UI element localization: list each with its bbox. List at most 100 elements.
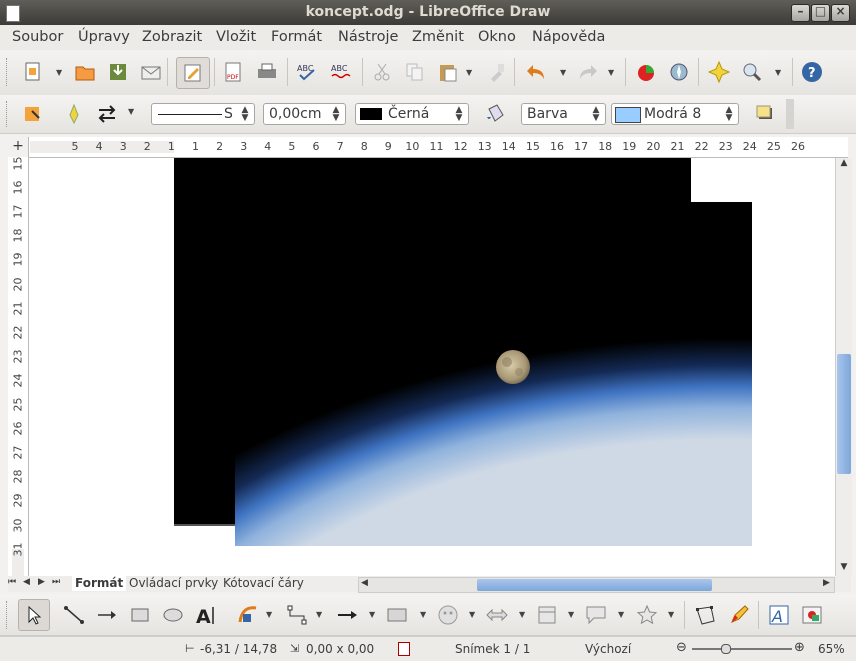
maximize-button[interactable]: □ (811, 4, 830, 22)
scroll-up-icon[interactable]: ▲ (837, 158, 851, 172)
autospell-icon[interactable]: ABC (330, 61, 352, 83)
cut-icon[interactable] (371, 61, 393, 83)
curve-tool-icon[interactable] (237, 604, 259, 626)
redo-icon[interactable] (578, 61, 600, 83)
edit-mode-toggle[interactable] (176, 57, 210, 89)
menu-format[interactable]: Formát (271, 29, 322, 45)
menu-zmenit[interactable]: Změnit (412, 29, 464, 45)
document-modified-icon[interactable] (398, 642, 410, 656)
help-icon[interactable]: ? (801, 61, 823, 83)
toolbar-grip[interactable] (6, 101, 10, 127)
chevron-down-icon[interactable]: ▼ (369, 610, 375, 619)
chevron-down-icon[interactable]: ▼ (316, 610, 322, 619)
scroll-right-icon[interactable]: ▶ (823, 578, 830, 588)
flowchart-icon[interactable] (536, 604, 558, 626)
chevron-down-icon[interactable]: ▼ (266, 610, 272, 619)
fontwork-pencil-icon[interactable] (728, 604, 750, 626)
menu-zobrazit[interactable]: Zobrazit (142, 29, 202, 45)
rectangle-tool-icon[interactable] (129, 604, 151, 626)
chevron-down-icon[interactable]: ▼ (519, 610, 525, 619)
close-button[interactable]: × (831, 4, 850, 22)
arrow-line-tool-icon[interactable] (96, 604, 118, 626)
chevron-down-icon[interactable]: ▼ (618, 610, 624, 619)
tab-format[interactable]: Formát (72, 576, 127, 591)
text-tool-icon[interactable]: A (195, 604, 217, 626)
chevron-down-icon[interactable]: ▼ (568, 610, 574, 619)
prev-tab-icon[interactable]: ◀ (23, 577, 30, 587)
first-tab-icon[interactable]: ⏮ (8, 577, 16, 587)
zoom-in-icon[interactable]: ⊕ (794, 640, 805, 655)
horizontal-scrollbar[interactable]: ◀ ▶ (358, 577, 835, 593)
arrow-style-icon[interactable] (96, 103, 118, 125)
print-icon[interactable] (256, 61, 278, 83)
chevron-down-icon[interactable]: ▼ (668, 610, 674, 619)
area-style-select[interactable]: Barva ▲ ▼ (521, 103, 606, 125)
area-color-select[interactable]: Modrá 8 ▲ ▼ (611, 103, 739, 125)
tab-kotovaci-cary[interactable]: Kótovací čáry (220, 576, 307, 591)
vertical-scrollbar[interactable]: ▲ ▼ (835, 158, 852, 576)
ellipse-tool-icon[interactable] (162, 604, 184, 626)
next-tab-icon[interactable]: ▶ (38, 577, 45, 587)
copy-icon[interactable] (404, 61, 426, 83)
fontwork-gallery-icon[interactable]: A (768, 604, 790, 626)
new-document-icon[interactable] (22, 61, 44, 83)
stars-icon[interactable] (636, 604, 658, 626)
zoom-icon[interactable] (741, 61, 763, 83)
scroll-down-icon[interactable]: ▼ (837, 562, 851, 576)
undo-icon[interactable] (524, 61, 546, 83)
points-icon[interactable] (694, 604, 716, 626)
area-fill-icon[interactable] (484, 103, 506, 125)
select-tool-button[interactable] (18, 599, 50, 631)
vertical-ruler[interactable]: 15 16 17 18 19 20 21 22 23 24 25 26 27 28 29 30 31 (8, 157, 29, 577)
menu-okno[interactable]: Okno (478, 29, 516, 45)
menu-vlozit[interactable]: Vložit (216, 29, 256, 45)
chevron-down-icon[interactable]: ▼ (420, 610, 426, 619)
line-style-select[interactable]: S ▲ ▼ (151, 103, 255, 125)
chevron-down-icon[interactable]: ▼ (560, 68, 566, 77)
menu-upravy[interactable]: Úpravy (78, 29, 130, 45)
line-width-field[interactable]: 0,00cm ▲ ▼ (263, 103, 346, 125)
menu-soubor[interactable]: Soubor (12, 29, 63, 45)
gluepoints-icon[interactable] (708, 61, 730, 83)
chart-icon[interactable] (635, 61, 657, 83)
chevron-down-icon[interactable]: ▼ (128, 107, 134, 116)
last-tab-icon[interactable]: ⏭ (52, 577, 60, 587)
zoom-slider-knob[interactable] (720, 644, 731, 654)
moon-earth-photo[interactable] (235, 202, 752, 546)
menu-napoveda[interactable]: Nápověda (532, 29, 605, 45)
save-icon[interactable] (107, 61, 129, 83)
zoom-slider[interactable] (692, 644, 792, 654)
connector-tool-icon[interactable] (286, 604, 308, 626)
line-color-select[interactable]: Černá ▲ ▼ (355, 103, 469, 125)
chevron-down-icon[interactable]: ▼ (466, 68, 472, 77)
open-folder-icon[interactable] (74, 61, 96, 83)
line-tool-icon[interactable] (63, 604, 85, 626)
scroll-left-icon[interactable]: ◀ (361, 578, 368, 588)
spellcheck-icon[interactable]: ABC (296, 61, 318, 83)
chevron-down-icon[interactable]: ▼ (608, 68, 614, 77)
toolbar-grip[interactable] (6, 58, 10, 86)
minimize-button[interactable]: – (791, 4, 810, 22)
insert-image-icon[interactable] (801, 604, 823, 626)
chevron-down-icon[interactable]: ▼ (469, 610, 475, 619)
chevron-down-icon[interactable]: ▼ (56, 68, 62, 77)
callouts-icon[interactable] (585, 604, 607, 626)
navigator-icon[interactable] (668, 61, 690, 83)
zoom-out-icon[interactable]: ⊖ (676, 640, 687, 655)
toolbar-grip[interactable] (6, 601, 10, 629)
lines-arrows-icon[interactable] (336, 604, 358, 626)
shadow-icon[interactable] (754, 103, 776, 125)
basic-shapes-icon[interactable] (386, 604, 408, 626)
horizontal-ruler[interactable]: + 5 4 3 2 1 1 2 3 4 5 6 7 8 9 10 11 12 13 14 15 16 17 18 19 20 21… (8, 137, 848, 158)
toolbar-overflow[interactable] (786, 99, 794, 129)
paste-icon[interactable] (437, 61, 459, 83)
horizontal-scroll-thumb[interactable] (477, 579, 712, 591)
email-icon[interactable] (140, 61, 162, 83)
clone-format-icon[interactable] (486, 61, 508, 83)
tab-ovladaci-prvky[interactable]: Ovládací prvky (126, 576, 221, 591)
line-icon[interactable] (63, 103, 85, 125)
drawing-canvas[interactable] (29, 158, 835, 576)
chevron-down-icon[interactable]: ▼ (775, 68, 781, 77)
export-pdf-icon[interactable]: PDF (222, 61, 244, 83)
block-arrows-icon[interactable] (486, 604, 508, 626)
